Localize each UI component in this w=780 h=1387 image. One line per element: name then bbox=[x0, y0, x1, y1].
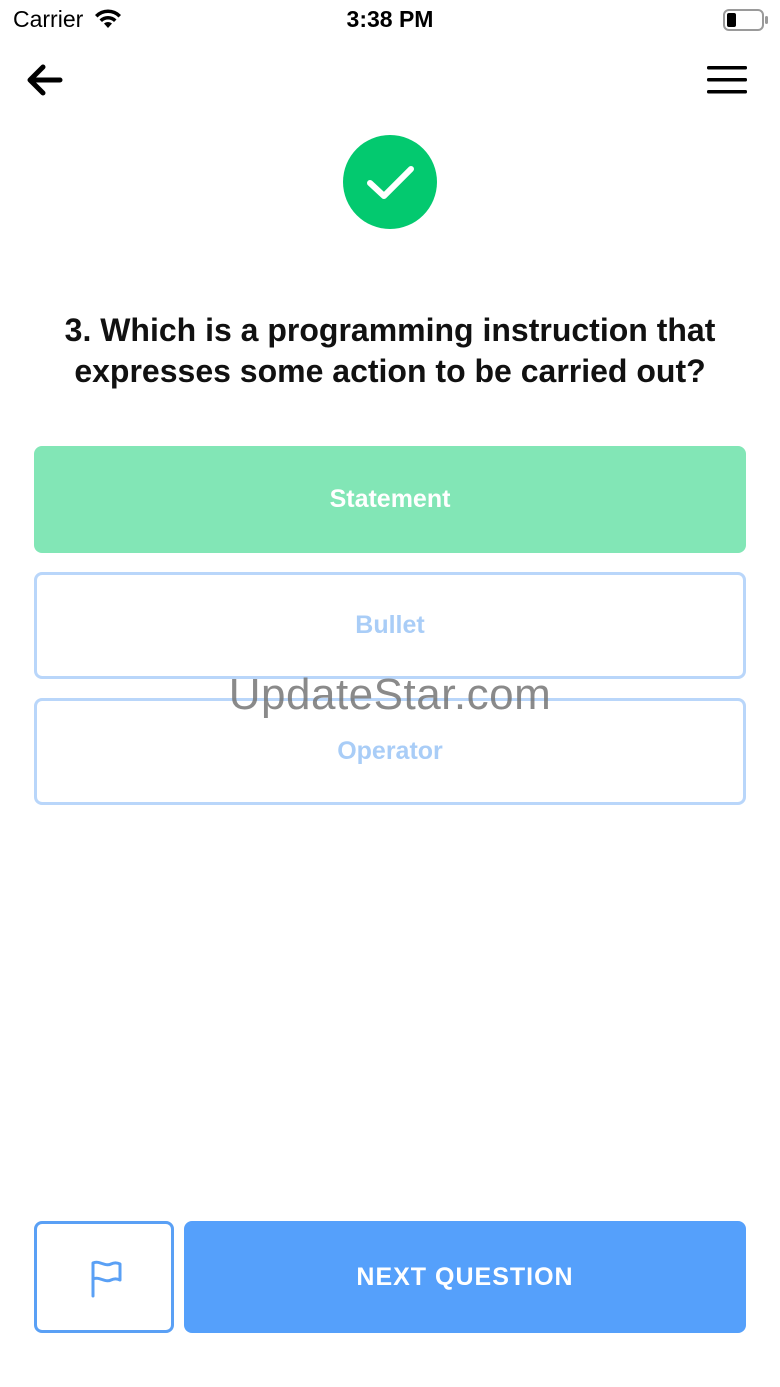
hamburger-menu-icon bbox=[703, 66, 751, 104]
quiz-screen: Carrier 3:38 PM 3. Which is a programmin… bbox=[0, 0, 780, 1387]
check-circle-icon bbox=[343, 135, 437, 229]
next-question-button[interactable]: NEXT QUESTION bbox=[184, 1221, 746, 1333]
menu-button[interactable] bbox=[703, 60, 751, 100]
next-question-label: NEXT QUESTION bbox=[356, 1262, 574, 1291]
answer-option-bullet[interactable]: Bullet bbox=[34, 572, 746, 679]
answer-label: Operator bbox=[337, 737, 443, 765]
answer-label: Bullet bbox=[355, 611, 425, 639]
question-text: 3. Which is a programming instruction th… bbox=[64, 312, 716, 389]
answer-option-operator[interactable]: Operator bbox=[34, 698, 746, 805]
wifi-icon bbox=[93, 8, 123, 30]
status-bar: Carrier 3:38 PM bbox=[0, 0, 780, 40]
answer-option-statement[interactable]: Statement bbox=[34, 446, 746, 553]
flag-question-button[interactable] bbox=[34, 1221, 174, 1333]
carrier-label: Carrier bbox=[13, 6, 84, 32]
arrow-left-icon bbox=[22, 64, 68, 106]
battery-icon bbox=[723, 9, 769, 31]
back-button[interactable] bbox=[22, 58, 68, 102]
answer-label: Statement bbox=[329, 485, 451, 513]
